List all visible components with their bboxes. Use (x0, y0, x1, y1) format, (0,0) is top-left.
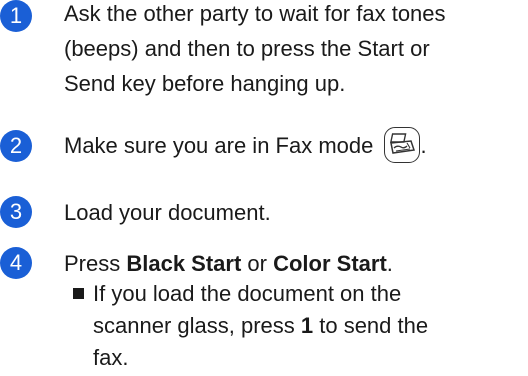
bullet-square-icon (73, 287, 84, 299)
step-4-prefix: Press (64, 251, 127, 276)
sub-bullet-text-2-post: to send the (313, 313, 429, 338)
step-4-middle: or (241, 251, 274, 276)
fax-machine-icon (389, 133, 415, 155)
step-number-3: 3 (0, 196, 32, 228)
step-number-2: 2 (0, 130, 32, 162)
step-3-text: Load your document. (64, 200, 271, 225)
sub-bullet-text-1: If you load the document on the (93, 281, 402, 306)
step-number-4: 4 (0, 247, 32, 279)
step-1-line-3: Send key before hanging up. (64, 71, 346, 96)
step-4-sub-line-3: fax. (93, 345, 129, 370)
color-start-key-label: Color Start (273, 251, 387, 276)
step-4-sub-line-1: If you load the document on the (73, 276, 401, 311)
step-4-suffix: . (386, 251, 393, 276)
step-4-sub-line-2: scanner glass, press 1 to send the (93, 308, 428, 343)
sub-bullet-text-2-pre: scanner glass, press (93, 313, 301, 338)
key-1-label: 1 (300, 313, 314, 338)
fax-mode-key-icon (383, 127, 420, 164)
step-number-1: 1 (0, 0, 32, 32)
step-2-text-before: Make sure you are in Fax mode (64, 133, 374, 158)
step-1-line-1: Ask the other party to wait for fax tone… (64, 1, 446, 26)
step-2-text: Make sure you are in Fax mode . (64, 127, 427, 165)
step-1-line-2: (beeps) and then to press the Start or (64, 36, 430, 61)
step-2-text-after: . (420, 133, 427, 158)
black-start-key-label: Black Start (126, 251, 242, 276)
